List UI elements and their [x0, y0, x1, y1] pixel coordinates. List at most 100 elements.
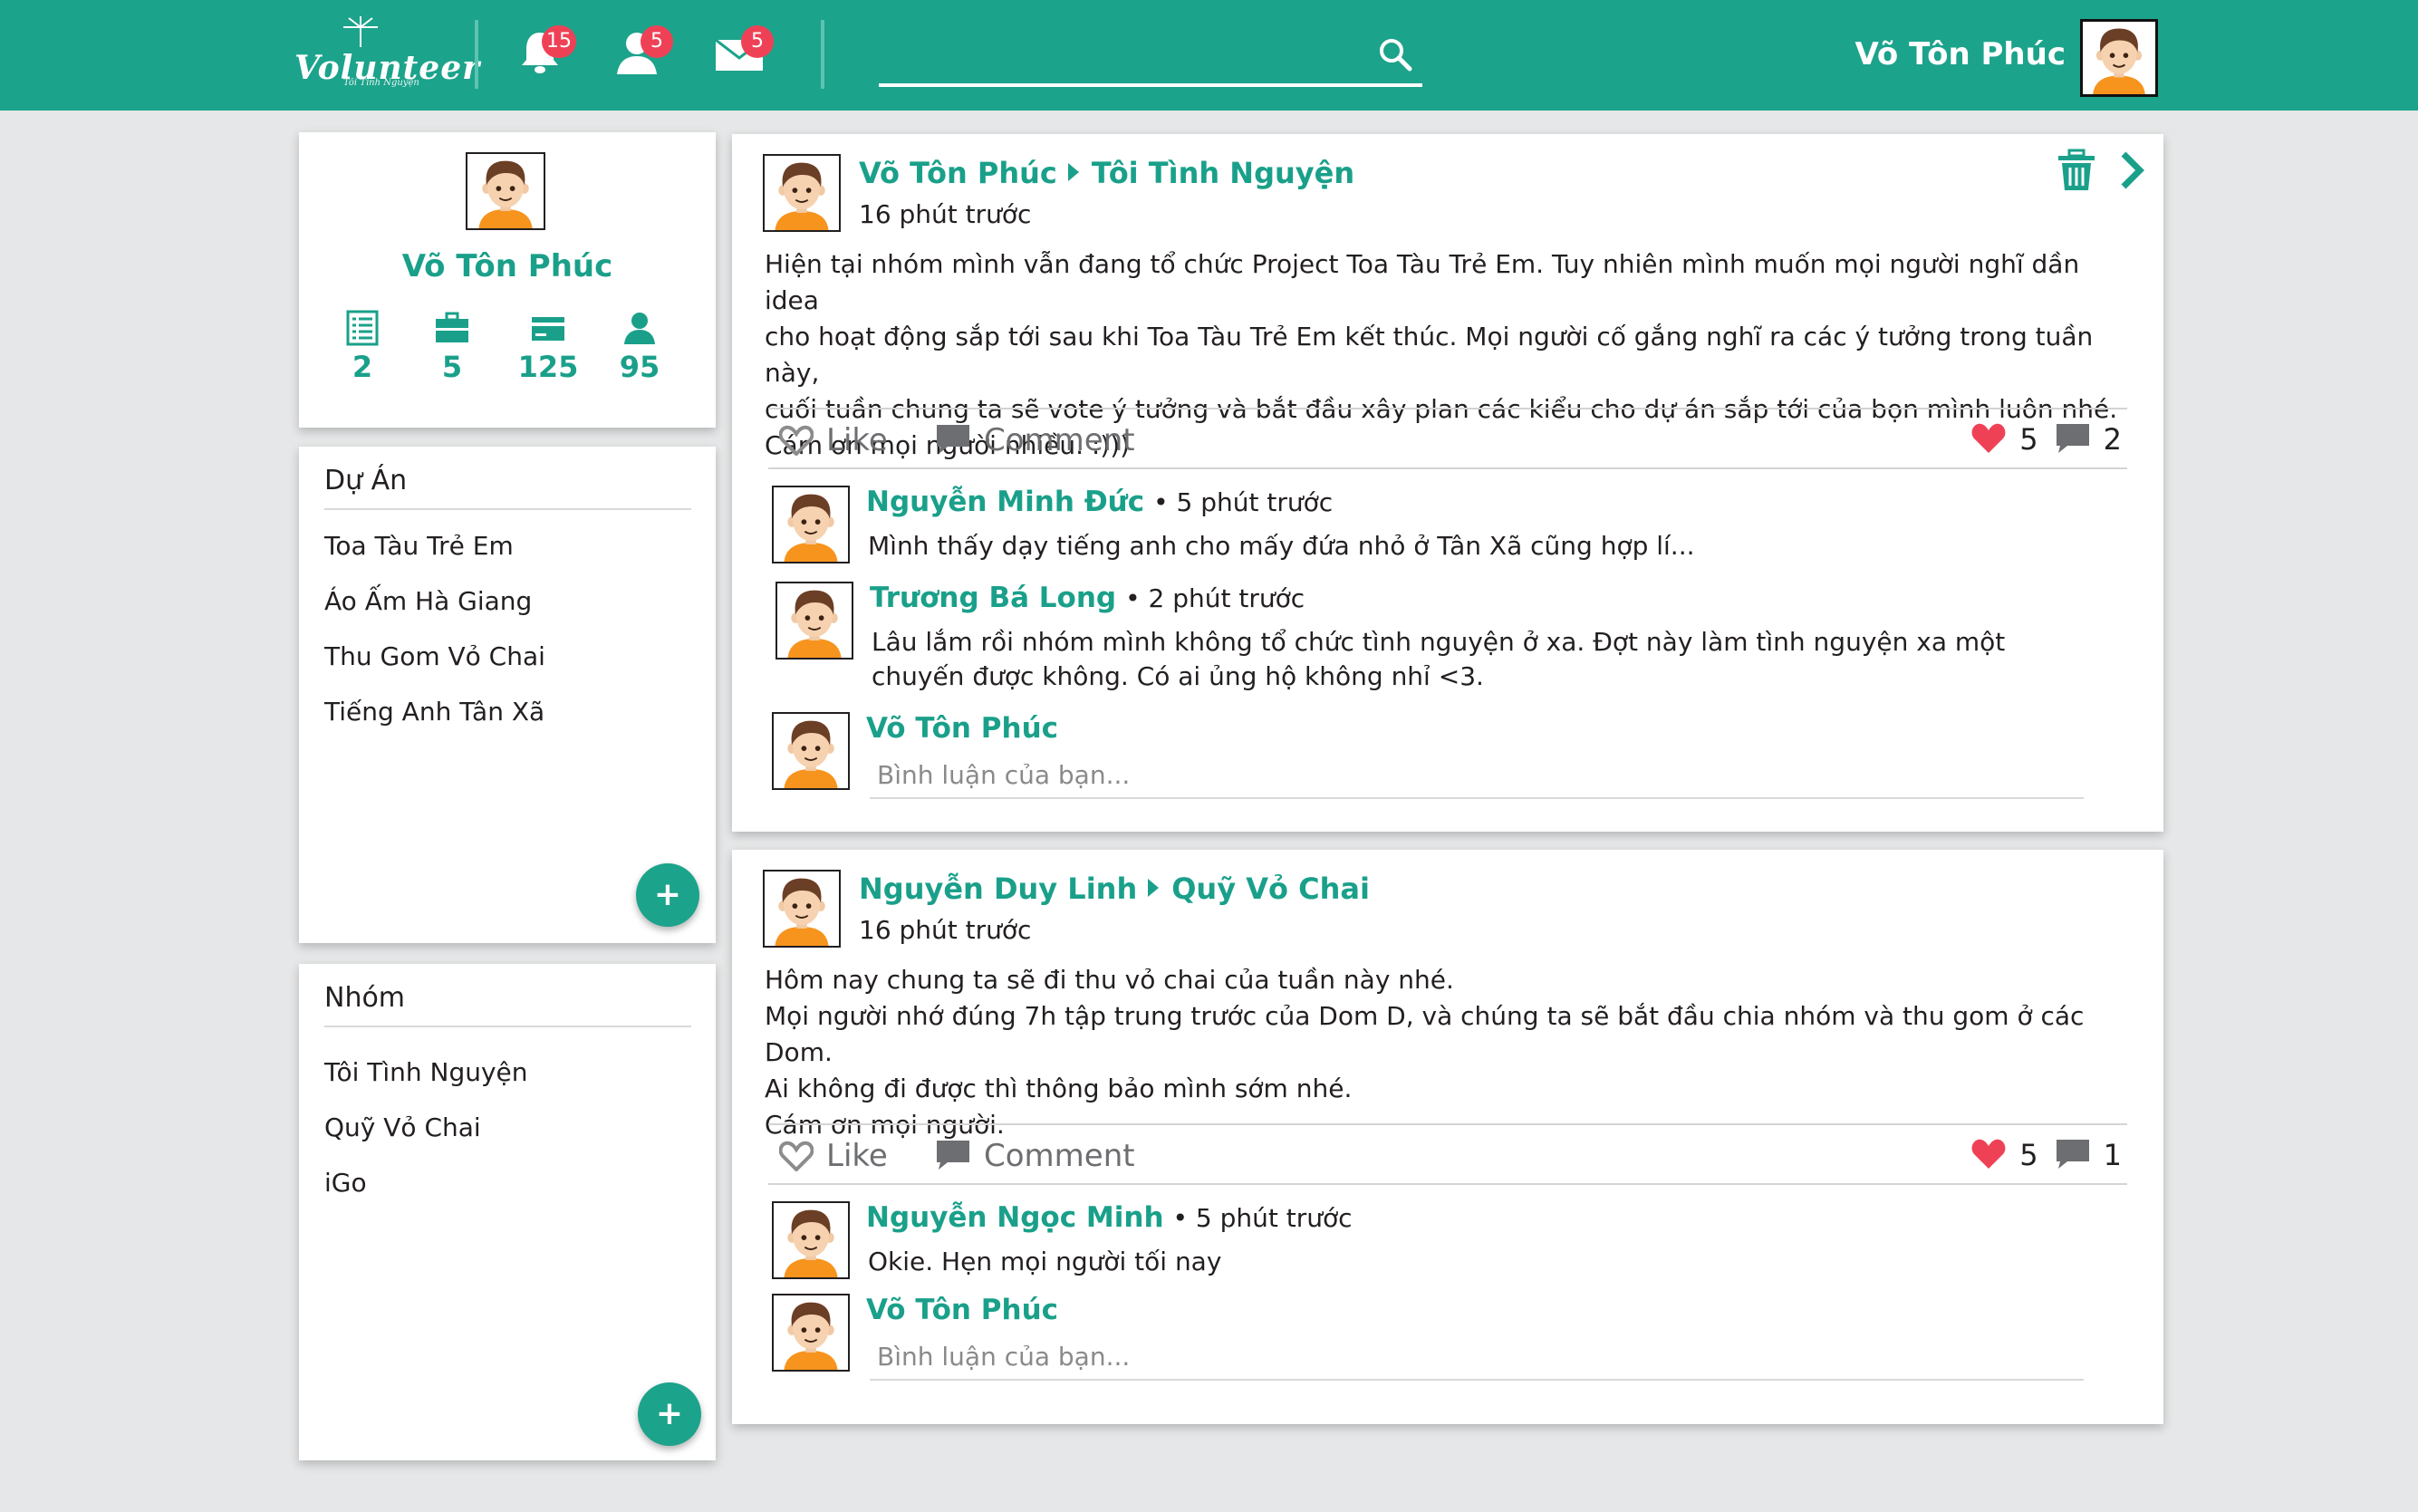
post-header: Võ Tôn Phúc Tôi Tình Nguyện [859, 156, 1354, 190]
profile-avatar[interactable] [466, 152, 545, 230]
current-user-avatar[interactable] [772, 712, 850, 790]
like-button[interactable]: Like [778, 1138, 888, 1174]
post-author-avatar[interactable] [763, 870, 841, 948]
group-item[interactable]: Quỹ Vỏ Chai [324, 1108, 528, 1163]
heart-icon [1971, 1139, 2006, 1169]
heart-outline-icon [778, 1141, 814, 1172]
comment-text: Mình thấy dạy tiếng anh cho mấy đứa nhỏ … [868, 531, 1695, 561]
search-input[interactable] [879, 34, 1350, 80]
commenter-name[interactable]: Trương Bá Long [870, 582, 1116, 614]
top-bar: Volunteer Tôi Tình Nguyện 15 5 5 Võ Tôn … [0, 0, 2418, 111]
comment-text: Lâu lắm rồi nhóm mình không tổ chức tình… [872, 627, 2006, 691]
chevron-right-icon[interactable] [2118, 150, 2145, 190]
stat-friends[interactable]: 95 [599, 310, 680, 384]
add-group-button[interactable]: + [638, 1382, 701, 1446]
comment-label: Comment [984, 1138, 1135, 1174]
divider [768, 1123, 2127, 1125]
comment-text: Okie. Hẹn mọi người tối nay [868, 1247, 1222, 1276]
reply-user-name: Võ Tôn Phúc [866, 712, 1059, 745]
trash-icon[interactable] [2057, 149, 2096, 192]
avatar-image [774, 1295, 848, 1370]
dandelion-icon [343, 16, 378, 47]
commenter-name[interactable]: Nguyễn Ngọc Minh [866, 1201, 1164, 1234]
avatar-image [774, 714, 848, 788]
comment-icon [937, 1141, 969, 1170]
friends-badge: 5 [641, 25, 673, 58]
comment-button[interactable]: Comment [935, 422, 1135, 458]
friends-button[interactable]: 5 [613, 25, 673, 83]
post-author-avatar[interactable] [763, 154, 841, 232]
comment-time: • 5 phút trước [1153, 487, 1334, 517]
current-user-avatar[interactable] [2080, 19, 2158, 97]
like-count: 5 [2019, 422, 2038, 457]
post-group[interactable]: Quỹ Vỏ Chai [1171, 872, 1370, 906]
comment-icon [937, 425, 969, 454]
comment-count: 2 [2103, 422, 2122, 457]
reply-box: Võ Tôn Phúc [772, 712, 2113, 803]
stat-projects[interactable]: 5 [411, 310, 493, 384]
commenter-avatar[interactable] [772, 486, 850, 563]
project-item[interactable]: Toa Tàu Trẻ Em [324, 526, 545, 582]
comment-time: • 5 phút trước [1172, 1203, 1353, 1233]
project-item[interactable]: Thu Gom Vỏ Chai [324, 637, 545, 692]
comment-input[interactable] [870, 1334, 2084, 1381]
commenter-name[interactable]: Nguyễn Minh Đức [866, 486, 1144, 518]
avatar-image [2083, 22, 2155, 94]
current-user-avatar[interactable] [772, 1294, 850, 1372]
stat-points-value: 125 [517, 350, 579, 384]
user-icon [624, 313, 655, 344]
logo-tagline: Tôi Tình Nguyện [343, 78, 419, 88]
add-project-button[interactable]: + [636, 863, 699, 927]
post-time: 16 phút trước [859, 199, 1032, 229]
topbar-divider [475, 20, 478, 89]
like-count: 5 [2019, 1138, 2038, 1172]
search-icon[interactable] [1377, 36, 1413, 72]
group-item[interactable]: iGo [324, 1163, 528, 1218]
topbar-divider [821, 20, 824, 89]
post-line: cho hoạt động sắp tới sau khi Toa Tàu Tr… [765, 322, 2094, 388]
app-logo[interactable]: Volunteer Tôi Tình Nguyện [294, 13, 479, 94]
group-item[interactable]: Tôi Tình Nguyện [324, 1053, 528, 1108]
comment-item: Nguyễn Ngọc Minh • 5 phút trước Okie. Hẹn… [772, 1201, 2113, 1292]
post-time: 16 phút trước [859, 915, 1032, 945]
post-author[interactable]: Võ Tôn Phúc [859, 156, 1057, 190]
post-stats: 52 [1970, 422, 2122, 457]
divider [768, 1183, 2127, 1185]
commenter-name-row: Nguyễn Ngọc Minh • 5 phút trước [866, 1201, 1353, 1234]
stat-points[interactable]: 125 [507, 310, 589, 384]
like-label: Like [826, 1138, 888, 1174]
commenter-avatar[interactable] [775, 582, 853, 660]
project-item[interactable]: Áo Ấm Hà Giang [324, 582, 545, 637]
caret-right-icon [1148, 879, 1160, 897]
heart-outline-icon [778, 425, 814, 457]
profile-name[interactable]: Võ Tôn Phúc [299, 248, 716, 284]
search-box [879, 25, 1422, 87]
reply-box: Võ Tôn Phúc [772, 1294, 2113, 1384]
comment-button[interactable]: Comment [935, 1138, 1135, 1174]
avatar-image [765, 872, 839, 946]
caret-right-icon [1067, 163, 1079, 181]
project-item[interactable]: Tiếng Anh Tân Xã [324, 692, 545, 747]
comment-icon [2056, 1140, 2089, 1169]
messages-button[interactable]: 5 [714, 25, 774, 83]
comment-input[interactable] [870, 752, 2084, 799]
post-line: Hôm nay chung ta sẽ đi thu vỏ chai của t… [765, 965, 1454, 995]
stat-posts[interactable]: 2 [322, 310, 403, 384]
notifications-button[interactable]: 15 [515, 25, 576, 83]
projects-list: Toa Tàu Trẻ Em Áo Ấm Hà Giang Thu Gom Vỏ… [324, 526, 545, 747]
commenter-avatar[interactable] [772, 1201, 850, 1279]
divider [768, 408, 2127, 409]
like-button[interactable]: Like [778, 422, 888, 458]
post-line: Ai không đi được thì thông bảo mình sớm … [765, 1074, 1353, 1103]
comment-time: • 2 phút trước [1125, 583, 1305, 613]
groups-list: Tôi Tình Nguyện Quỹ Vỏ Chai iGo [324, 1053, 528, 1218]
post-author[interactable]: Nguyễn Duy Linh [859, 872, 1137, 906]
current-user-name[interactable]: Võ Tôn Phúc [1848, 36, 2066, 72]
list-document-icon [346, 310, 379, 346]
briefcase-icon [436, 312, 468, 342]
stat-projects-value: 5 [441, 350, 463, 384]
avatar-image [777, 583, 852, 658]
post-header: Nguyễn Duy Linh Quỹ Vỏ Chai [859, 872, 1370, 906]
post-group[interactable]: Tôi Tình Nguyện [1092, 156, 1354, 190]
divider [324, 1026, 691, 1027]
